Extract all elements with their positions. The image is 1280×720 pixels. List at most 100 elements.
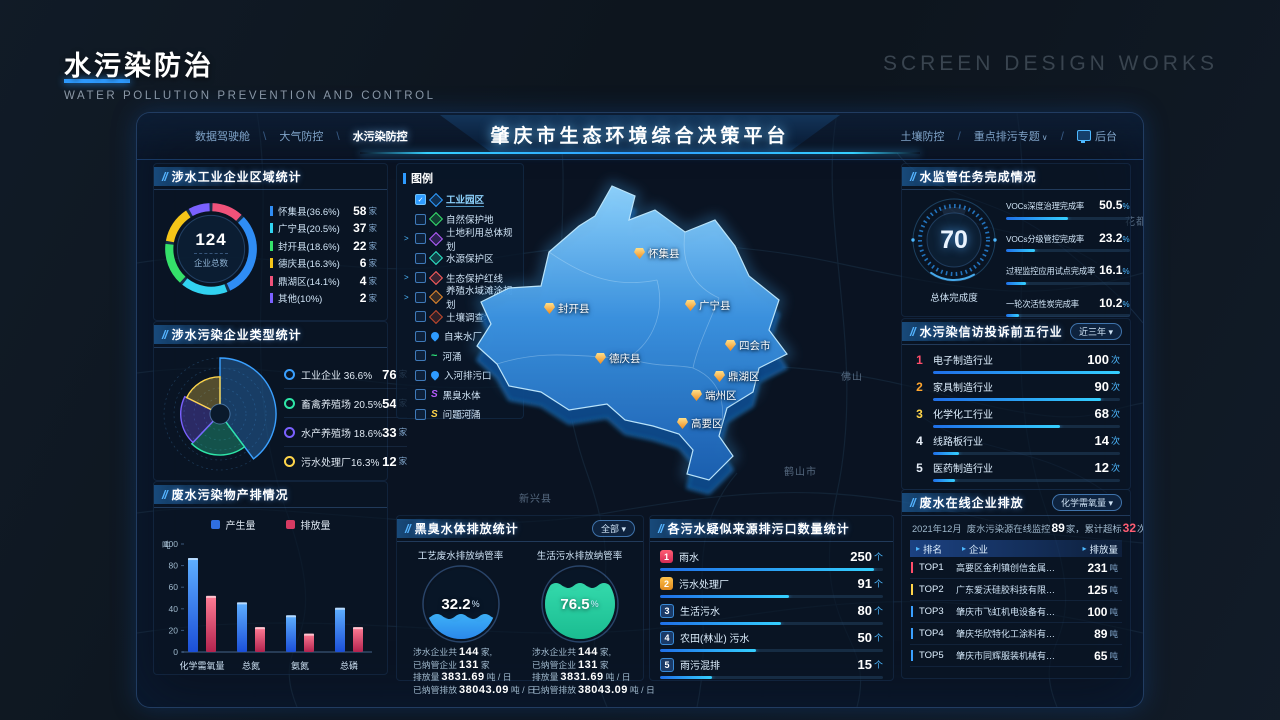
checkbox[interactable] [415, 408, 426, 420]
svg-text:20: 20 [169, 625, 179, 635]
map-pin-icon [429, 330, 441, 342]
type-legend-row: 水产养殖场 18.6% 33 家 [284, 418, 408, 447]
bar-track [933, 425, 1120, 428]
exceed-count: 32 [1122, 521, 1137, 535]
panel-tasks: //水监管任务完成情况 70 总体完成度 VOCs深度治理完成率 50.5% VOC… [901, 163, 1131, 317]
map-marker-怀集县[interactable]: 怀集县 [634, 246, 680, 261]
map-marker-广宁县[interactable]: 广宁县 [685, 298, 731, 313]
area-polygon-icon [428, 270, 444, 285]
panel-title: 黑臭水体排放统计 [414, 522, 519, 536]
company-name: 肇庆市同辉服装机械有限公司 [956, 651, 1060, 661]
panel-pollutant-stats: //废水污染物产排情况 产生量 排放量 0 20 40 60 80 100 吨化学需氧量 总氮… [153, 481, 388, 675]
industry-label: 线路板行业 [933, 437, 983, 448]
checkbox[interactable] [415, 272, 426, 284]
marker-label: 怀集县 [648, 248, 680, 260]
checkbox[interactable] [415, 233, 426, 245]
checkbox[interactable] [415, 369, 426, 381]
nav-item-backstage[interactable]: 后台 [1077, 128, 1117, 144]
map-marker-四会市[interactable]: 四会市 [725, 338, 771, 353]
gauge-stats: 涉水企业共 144 家, 已纳管企业 131 家排放量 3831.69 吨 / 日已纳管排放 3… [401, 646, 536, 696]
liquid-gauge: 32.2% [421, 564, 501, 644]
bar-track [933, 371, 1120, 374]
legend-ring [284, 455, 295, 467]
map-marker-封开县[interactable]: 封开县 [544, 301, 590, 316]
map-marker-高要区[interactable]: 高要区 [677, 416, 723, 431]
nav-item-soil[interactable]: 土壤防控 [900, 128, 944, 144]
nav-separator: \ [336, 129, 340, 143]
gauge-title: 工艺废水排放纳管率 [417, 551, 504, 562]
map-marker-鼎湖区[interactable]: 鼎湖区 [714, 369, 760, 384]
checkbox[interactable] [415, 213, 426, 225]
legend-value: 22 [353, 238, 367, 253]
marker-label: 端州区 [705, 390, 737, 402]
nav-item-key-pollution[interactable]: 重点排污专题 ∨ [974, 128, 1048, 144]
app-logo: 水污染防治 WATER POLLUTION PREVENTION AND CON… [64, 44, 436, 102]
task-row: VOCs深度治理完成率 50.5% [1006, 196, 1130, 220]
rank-badge: 4 [660, 630, 674, 645]
stat-label: 排放量 [413, 672, 440, 682]
nav-item-air[interactable]: 大气防控 [279, 128, 323, 144]
percent-value: 32.2 [441, 595, 471, 613]
complaints-filter-dropdown[interactable]: 近三年 ▾ [1069, 323, 1122, 340]
bar-fill [660, 676, 713, 679]
svg-text:总磷: 总磷 [340, 660, 358, 671]
discharge-value: 100 [1087, 604, 1108, 619]
black-water-filter-dropdown[interactable]: 全部 ▾ [591, 520, 635, 537]
panel-region-stats: //涉水工业企业区域统计 124 企业总数 怀集县(36.6%) 58 家广宁县(2… [153, 163, 388, 321]
legend-name: 广宁县(20.5%) [278, 224, 340, 236]
checkbox-checked[interactable]: ✓ [415, 194, 426, 206]
complaint-row: 2 家具制造行业 90 次 [912, 378, 1120, 401]
task-row: 一轮次活性炭完成率 10.2% [1006, 294, 1130, 317]
region-donut-chart: 124 企业总数 [158, 196, 264, 302]
checkbox[interactable] [415, 252, 426, 264]
percent-unit: % [590, 599, 599, 609]
checkbox[interactable] [415, 330, 426, 342]
rank-color-tick [911, 562, 913, 573]
area-polygon-icon [428, 231, 444, 246]
bar-fill [660, 622, 782, 625]
rank-number: 5 [916, 460, 923, 475]
legend-name: 污水处理厂16.3% [301, 457, 380, 469]
legend-color-tick [270, 205, 273, 216]
legend-name: 工业企业 36.6% [301, 370, 373, 382]
task-row: 过程监控应用试点完成率 16.1% [1006, 261, 1130, 285]
logo-subtitle: WATER POLLUTION PREVENTION AND CONTROL [64, 90, 436, 102]
gauge-title: 生活污水排放纳管率 [536, 551, 623, 562]
legend-value: 33 [382, 424, 397, 440]
bar-fill [1006, 249, 1035, 252]
industry-label: 家具制造行业 [933, 383, 993, 394]
stat-line: 已纳管排放 38043.09 吨 / 日 [413, 683, 536, 696]
checkbox[interactable] [415, 350, 426, 362]
rank-badge: 3 [660, 603, 674, 618]
checkbox[interactable] [415, 389, 426, 401]
nav-item-water[interactable]: 水污染防控 [353, 128, 408, 144]
checkbox[interactable] [415, 311, 426, 323]
complaint-unit: 次 [1110, 382, 1120, 392]
task-row-top: 过程监控应用试点完成率 16.1% [1006, 261, 1130, 279]
map-marker-端州区[interactable]: 端州区 [691, 388, 737, 403]
panel-header-slashes: // [162, 327, 168, 342]
complaint-unit: 次 [1110, 463, 1120, 473]
value-cell: 65 吨 [1060, 649, 1122, 663]
legend-color-tick [270, 293, 273, 304]
bar-fill [1006, 216, 1069, 220]
rank-cell: TOP1 [910, 562, 956, 573]
bar-track [1006, 216, 1130, 220]
rank-label: TOP5 [919, 650, 944, 661]
discharge-value: 231 [1087, 560, 1108, 575]
nav-item-data-cockpit[interactable]: 数据驾驶舱 [195, 128, 250, 144]
rank-number: 1 [916, 352, 923, 367]
industry-label: 电子制造行业 [933, 356, 993, 367]
map-marker-德庆县[interactable]: 德庆县 [595, 351, 641, 366]
task-row-top: VOCs深度治理完成率 50.5% [1006, 196, 1130, 214]
legend-name: 怀集县(36.6%) [278, 206, 340, 218]
area-polygon-icon [428, 290, 444, 305]
task-value-wrap: 50.5% [1095, 196, 1129, 214]
stat-suffix: 家, [599, 647, 612, 657]
checkbox[interactable] [415, 291, 426, 303]
outlet-label: 农田(林业) 污水 [680, 634, 750, 645]
city-map: 怀集县封开县 广宁县四会市德庆县鼎湖区端州区高要区 [457, 168, 907, 538]
marker-label: 高要区 [691, 418, 723, 430]
rank-color-tick [911, 606, 913, 617]
online-filter-dropdown[interactable]: 化学需氧量 ▾ [1051, 494, 1122, 511]
